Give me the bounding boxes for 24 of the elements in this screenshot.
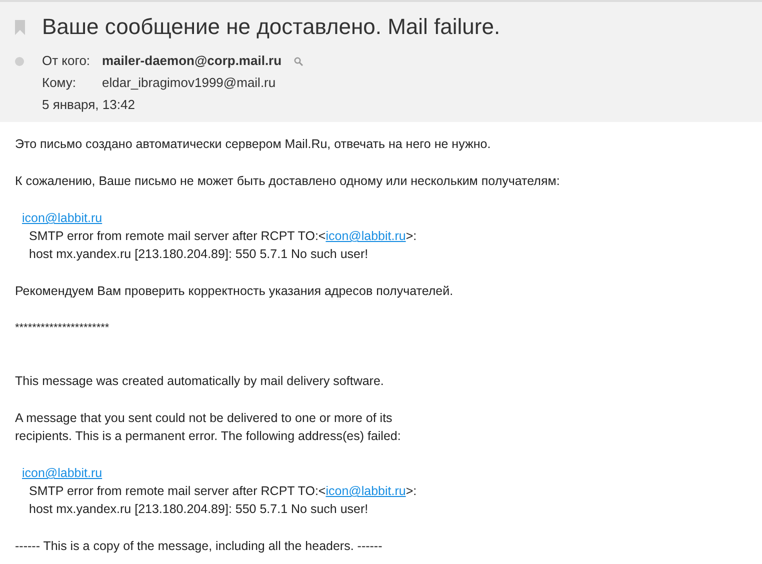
email-link[interactable]: icon@labbit.ru (326, 229, 406, 243)
email-link[interactable]: icon@labbit.ru (22, 466, 102, 480)
bookmark-icon[interactable] (15, 20, 25, 34)
from-label: От кого: (42, 52, 92, 70)
paragraph: A message that you sent could not be delivered to one or more of its recipients. This is a permanent error. The following address(es) failed: (15, 410, 402, 445)
error-line: SMTP error from remote mail server after RCPT TO:<icon@labbit.ru>: (28, 483, 418, 500)
recipient-address: eldar_ibragimov1999@mail.ru (102, 74, 276, 92)
sender-address[interactable]: mailer-daemon@corp.mail.ru (102, 50, 282, 72)
paragraph: Это письмо создано автоматически сервером Mail.Ru, отвечать на него не нужно. (15, 136, 492, 153)
search-icon[interactable] (294, 56, 303, 66)
error-line: SMTP error from remote mail server after RCPT TO:<icon@labbit.ru>: (28, 228, 418, 245)
email-link[interactable]: icon@labbit.ru (326, 484, 406, 498)
email-subject: Ваше сообщение не доставлено. Mail failure. (42, 14, 500, 40)
paragraph: Рекомендуем Вам проверить корректность указания адресов получателей. (15, 283, 454, 300)
email-link[interactable]: icon@labbit.ru (22, 211, 102, 225)
status-dot[interactable] (15, 57, 24, 66)
paragraph: This message was created automatically by mail delivery software. (15, 373, 385, 390)
paragraph: ------ This is a copy of the message, including all the headers. ------ (15, 538, 384, 555)
error-line: host mx.yandex.ru [213.180.204.89]: 550 5.7.1 No such user! (29, 247, 368, 261)
to-label: Кому: (42, 74, 77, 92)
separator-text: ********************** (15, 321, 110, 336)
paragraph: К сожалению, Ваше письмо не может быть доставлено одному или нескольким получателям: (15, 173, 561, 190)
error-line: host mx.yandex.ru [213.180.204.89]: 550 5.7.1 No such user! (29, 502, 368, 516)
email-date: 5 января, 13:42 (42, 96, 135, 114)
